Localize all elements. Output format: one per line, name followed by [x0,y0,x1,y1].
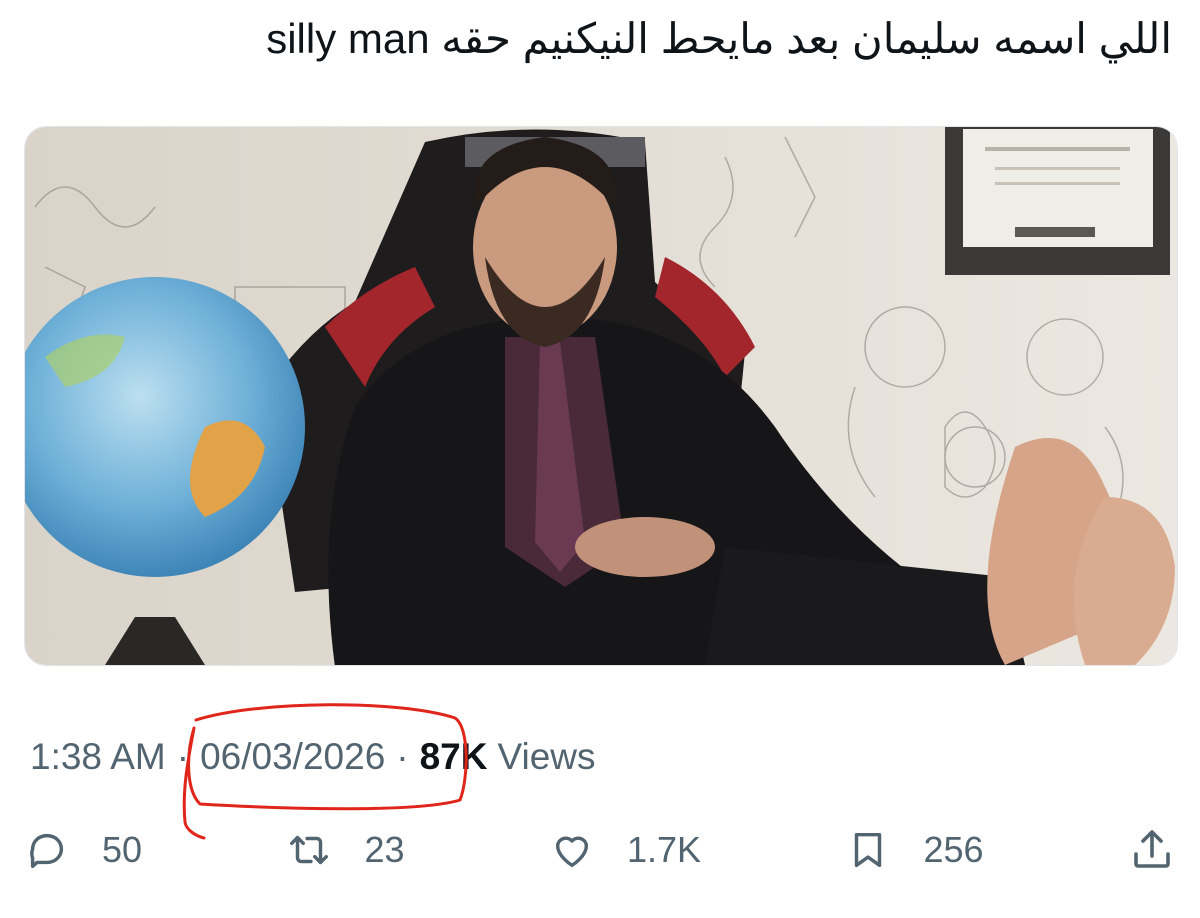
share-icon [1134,830,1170,868]
tweet-text: اللي اسمه سليمان بعد مايحط النيكنيم حقه … [266,15,1172,62]
tweet-date[interactable]: 06/03/2026 [200,736,385,778]
bookmark-button[interactable]: 256 [845,827,984,873]
views-count: 87K [419,736,488,777]
repost-icon [290,835,329,865]
photo-man-in-gaming-chair [25,127,1177,665]
tweet-time[interactable]: 1:38 AM [30,736,166,778]
tweet-actions: 50 23 1.7K 256 [24,820,1176,880]
heart-icon [555,836,589,868]
meta-separator: · [396,736,409,777]
like-button[interactable]: 1.7K [549,827,701,873]
repost-count: 23 [364,829,405,870]
tweet-image[interactable] [24,126,1178,666]
share-button[interactable] [1128,826,1176,874]
bookmark-icon [855,832,882,868]
bookmark-count: 256 [923,829,984,870]
repost-button[interactable]: 23 [286,827,405,873]
meta-separator: · [176,736,190,777]
like-count: 1.7K [626,829,702,870]
views-label: Views [497,736,596,777]
reply-count: 50 [102,829,143,870]
reply-button[interactable]: 50 [24,827,142,873]
tweet-meta: 1:38 AM · 06/03/2026 · 87K Views [30,732,596,782]
reply-icon [30,833,64,869]
